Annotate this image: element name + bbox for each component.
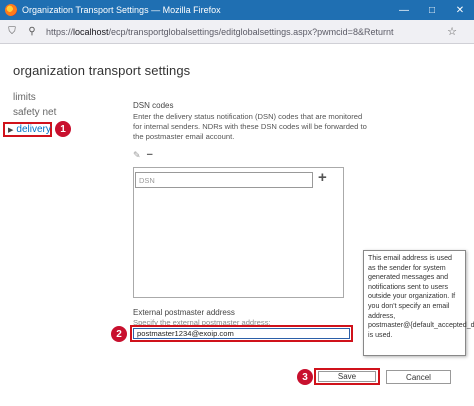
close-button[interactable]: ✕ [446, 0, 474, 20]
nav-item-safety-net[interactable]: safety net [13, 107, 56, 118]
url-text[interactable]: https://localhost/ecp/transportglobalset… [46, 27, 444, 37]
edit-icon[interactable]: ✎ [133, 150, 141, 161]
external-postmaster-highlight: postmaster1234@exoip.com [130, 325, 353, 342]
firefox-logo-icon [5, 4, 17, 16]
dsn-codes-label: DSN codes [133, 101, 174, 110]
save-button[interactable]: Save [318, 371, 376, 382]
add-icon[interactable]: + [318, 169, 327, 186]
step-badge-3: 3 [297, 369, 313, 385]
window-titlebar: Organization Transport Settings — Mozill… [0, 0, 474, 20]
postmaster-tooltip: This email address is used as the sender… [363, 250, 474, 356]
remove-icon[interactable]: − [147, 149, 153, 161]
dsn-input[interactable]: DSN [135, 172, 313, 188]
url-prefix: https:// [46, 26, 74, 37]
selected-arrow-icon: ▶ [8, 126, 14, 134]
maximize-button[interactable]: □ [418, 0, 446, 20]
url-path: /ecp/transportglobalsettings/editglobals… [108, 26, 394, 37]
dsn-toolbar: ✎ − [133, 149, 153, 161]
nav-item-delivery-label: delivery [16, 124, 51, 135]
cancel-button[interactable]: Cancel [386, 370, 451, 384]
step-badge-2: 2 [111, 326, 127, 342]
step-badge-1: 1 [55, 121, 71, 137]
minimize-button[interactable]: — [390, 0, 418, 20]
external-postmaster-label: External postmaster address [133, 308, 235, 317]
url-host: localhost [73, 26, 109, 37]
connection-settings-icon[interactable]: ⚲ [24, 24, 40, 40]
address-bar[interactable]: ⛉ ⚲ https://localhost/ecp/transportgloba… [0, 20, 474, 44]
page-title: organization transport settings [13, 63, 191, 78]
window-title: Organization Transport Settings — Mozill… [22, 5, 221, 15]
bookmark-star-icon[interactable]: ☆ [444, 25, 460, 38]
save-highlight: Save [314, 368, 380, 385]
nav-item-delivery[interactable]: ▶ delivery [3, 122, 52, 137]
shield-icon[interactable]: ⛉ [4, 24, 20, 40]
nav-item-limits[interactable]: limits [13, 92, 36, 103]
dsn-description: Enter the delivery status notification (… [133, 112, 367, 141]
external-postmaster-input[interactable]: postmaster1234@exoip.com [133, 328, 350, 339]
